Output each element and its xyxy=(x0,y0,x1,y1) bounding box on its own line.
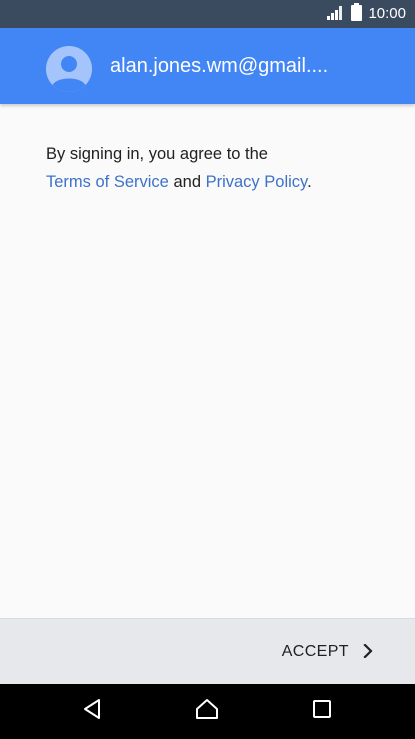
back-button[interactable] xyxy=(62,684,122,739)
battery-icon xyxy=(351,2,363,26)
signal-icon xyxy=(327,4,345,25)
agreement-conjunction: and xyxy=(173,173,201,191)
accept-label: ACCEPT xyxy=(281,643,349,660)
privacy-policy-link[interactable]: Privacy Policy xyxy=(206,173,307,191)
navigation-bar xyxy=(0,684,415,739)
sign-in-screen: 10:00 alan.jones.wm@gmail.... By signing… xyxy=(0,0,415,739)
accept-button[interactable]: ACCEPT xyxy=(282,619,373,685)
status-bar: 10:00 xyxy=(0,0,415,28)
recents-icon xyxy=(312,699,332,724)
account-email: alan.jones.wm@gmail.... xyxy=(110,55,329,77)
agreement-intro: By signing in, you agree to the xyxy=(46,145,268,163)
account-avatar-icon xyxy=(46,46,92,92)
back-icon xyxy=(81,698,103,725)
status-icons: 10:00 xyxy=(327,0,406,28)
home-icon xyxy=(195,698,219,725)
account-header: alan.jones.wm@gmail.... xyxy=(0,28,415,104)
action-bar: ACCEPT xyxy=(0,618,415,684)
terms-of-service-link[interactable]: Terms of Service xyxy=(46,173,169,191)
agreement-period: . xyxy=(307,173,312,191)
agreement-text: By signing in, you agree to the Terms of… xyxy=(46,140,386,196)
status-time: 10:00 xyxy=(368,5,406,22)
chevron-right-icon xyxy=(363,642,373,661)
home-button[interactable] xyxy=(177,684,237,739)
recents-button[interactable] xyxy=(292,684,352,739)
